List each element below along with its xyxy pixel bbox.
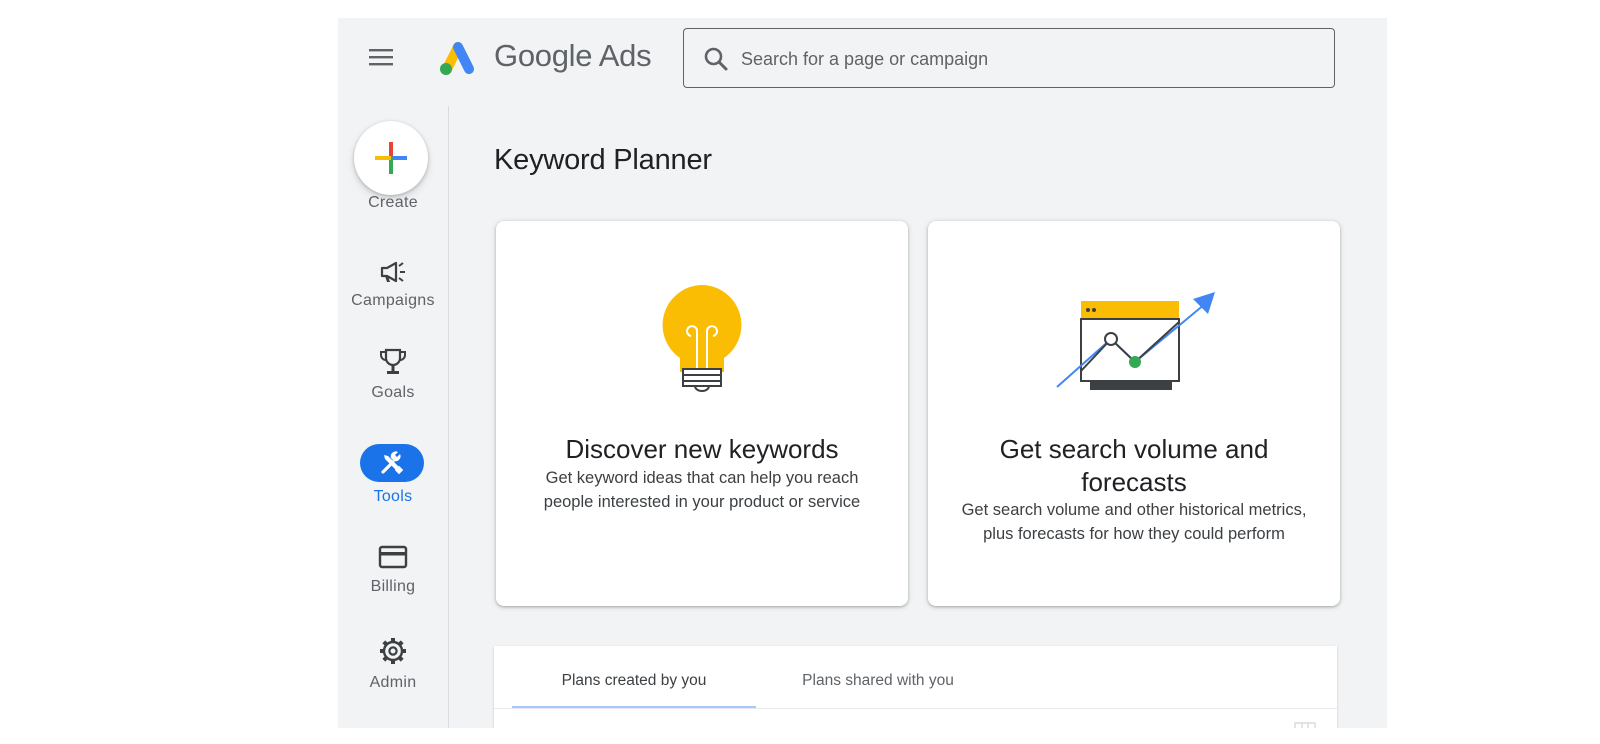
sidebar-item-label: Campaigns — [351, 292, 435, 309]
brand-google: Google — [494, 38, 593, 73]
card-description-line: Get keyword ideas that can help you reac… — [545, 469, 859, 487]
google-ads-logo-icon[interactable] — [436, 38, 478, 76]
sidebar-item-campaigns[interactable]: Campaigns — [338, 256, 448, 336]
credit-card-icon — [378, 545, 408, 569]
sidebar-item-admin[interactable]: Admin — [338, 634, 448, 714]
card-description-line: Get search volume and other historical m… — [961, 501, 1307, 519]
brand-name: Google Ads — [494, 38, 652, 74]
sidebar-item-label: Billing — [370, 578, 416, 595]
card-description-line: plus forecasts for how they could perfor… — [983, 525, 1285, 543]
tools-icon — [381, 451, 404, 475]
tab-plans-created-by-you[interactable]: Plans created by you — [512, 646, 756, 708]
sidebar-item-label: Goals — [371, 384, 415, 401]
brand-ads: Ads — [598, 38, 652, 73]
sidebar-item-billing[interactable]: Billing — [338, 540, 448, 620]
search-icon — [704, 47, 728, 71]
sidebar-item-tools[interactable]: Tools — [338, 444, 448, 524]
tabs-divider — [494, 708, 1337, 709]
menu-icon[interactable] — [366, 44, 396, 70]
search-volume-card[interactable]: Get search volume and forecasts Get sear… — [928, 221, 1340, 606]
card-description: Get keyword ideas that can help you reac… — [526, 466, 878, 514]
card-title-line: Get search volume and — [999, 434, 1269, 464]
plans-panel: Plans created by you Plans shared with y… — [494, 646, 1337, 728]
megaphone-icon — [380, 261, 405, 283]
gear-icon — [380, 638, 406, 664]
google-ads-app: Google Ads Create Campaigns — [338, 18, 1387, 728]
card-title: Discover new keywords — [565, 434, 839, 464]
sidebar-item-goals[interactable]: Goals — [338, 344, 448, 424]
rail-divider — [448, 106, 449, 728]
search-box[interactable] — [683, 28, 1335, 88]
sidebar-item-label: Tools — [373, 488, 413, 505]
search-input[interactable] — [739, 41, 1303, 77]
card-description: Get search volume and other historical m… — [958, 498, 1310, 546]
plus-icon — [375, 142, 407, 174]
tab-plans-shared-with-you[interactable]: Plans shared with you — [756, 646, 1000, 708]
create-label: Create — [368, 194, 418, 211]
tools-active-indicator — [360, 444, 424, 482]
columns-icon[interactable] — [1294, 722, 1316, 728]
card-description-line: people interested in your product or ser… — [543, 493, 861, 511]
card-title-line: forecasts — [1081, 467, 1187, 497]
lightbulb-icon — [662, 285, 742, 392]
page-title: Keyword Planner — [494, 144, 712, 176]
card-title: Get search volume and forecasts — [928, 433, 1340, 499]
trophy-icon — [380, 348, 406, 374]
sidebar-item-label: Admin — [369, 674, 417, 691]
forecast-chart-icon — [1056, 292, 1215, 390]
discover-keywords-card[interactable]: Discover new keywords Get keyword ideas … — [496, 221, 908, 606]
create-button[interactable] — [354, 121, 428, 195]
